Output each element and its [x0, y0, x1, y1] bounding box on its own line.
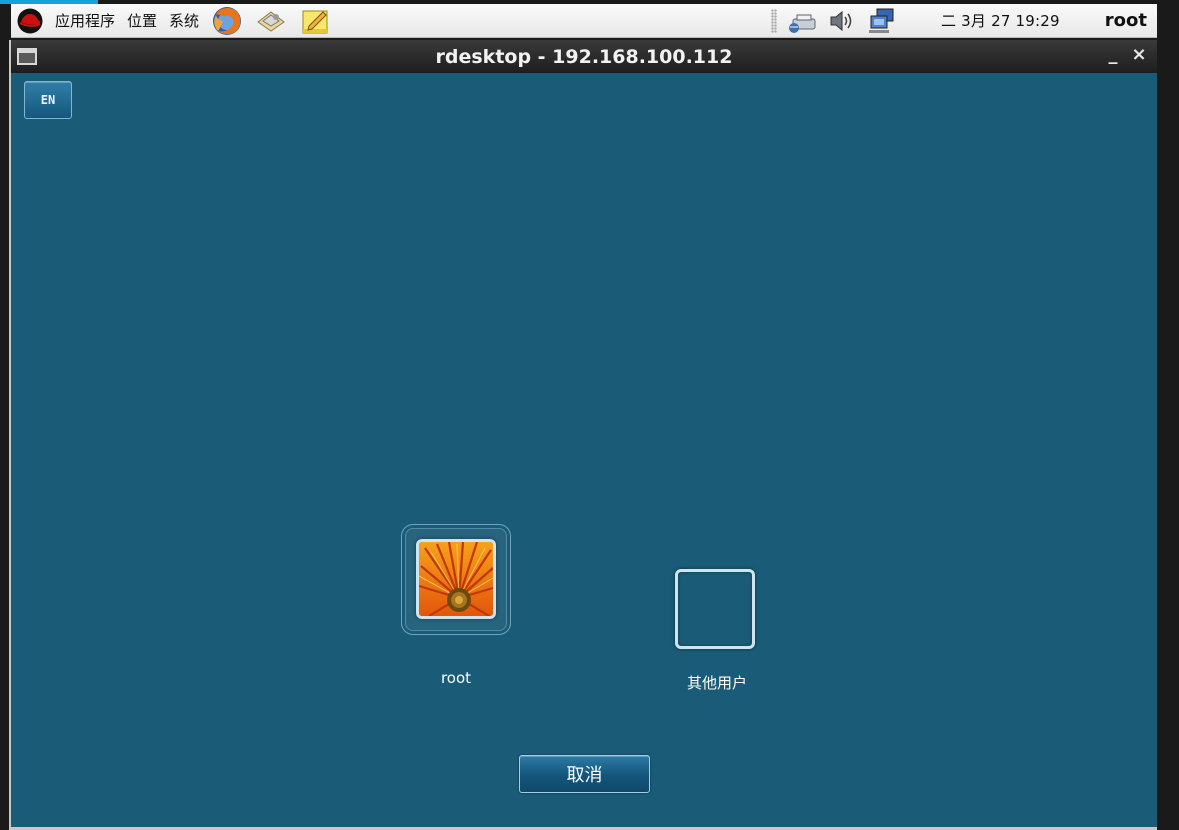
network-icon — [869, 8, 894, 33]
avatar-root — [416, 539, 496, 619]
user-name-root: root — [440, 669, 472, 687]
firefox-launcher[interactable] — [205, 4, 249, 37]
minimize-button[interactable]: _ — [1103, 44, 1123, 65]
menu-places[interactable]: 位置 — [121, 4, 163, 37]
top-panel: 应用程序 位置 系统 二 3月 27 19:29 root — [11, 4, 1157, 38]
network-printer-icon — [789, 14, 816, 33]
firefox-icon — [213, 6, 242, 35]
window-titlebar[interactable]: rdesktop - 192.168.100.112 _ × — [11, 40, 1157, 73]
language-button[interactable]: EN — [24, 81, 72, 119]
clock[interactable]: 二 3月 27 19:29 — [941, 4, 1060, 37]
user-name[interactable]: root — [1105, 4, 1147, 37]
menu-system[interactable]: 系统 — [163, 4, 205, 37]
notes-launcher[interactable] — [293, 4, 337, 37]
mail-icon — [257, 10, 285, 32]
user-tile-other[interactable]: 其他用户 — [662, 569, 772, 704]
avatar-other — [675, 569, 755, 649]
cancel-button[interactable]: 取消 — [519, 755, 650, 793]
volume-tray[interactable] — [827, 7, 857, 35]
login-screen: EN root 其他用户 取消 — [11, 73, 1157, 827]
system-tray — [771, 4, 907, 37]
close-button[interactable]: × — [1129, 44, 1149, 65]
user-name-other: 其他用户 — [686, 674, 747, 692]
menu-applications[interactable]: 应用程序 — [49, 4, 121, 37]
rdesktop-window: rdesktop - 192.168.100.112 _ × EN root 其… — [11, 40, 1157, 827]
window-title: rdesktop - 192.168.100.112 — [435, 45, 733, 68]
notes-icon — [302, 10, 328, 33]
flower-avatar-icon — [419, 542, 493, 616]
tray-separator — [771, 8, 777, 33]
redhat-logo-icon[interactable] — [17, 8, 43, 34]
user-tile-root[interactable]: root — [401, 524, 511, 687]
network-tray[interactable] — [867, 7, 897, 35]
network-printer-tray[interactable] — [787, 7, 817, 35]
window-menu-icon[interactable] — [17, 48, 37, 65]
volume-icon — [830, 10, 852, 31]
mail-launcher[interactable] — [249, 4, 293, 37]
